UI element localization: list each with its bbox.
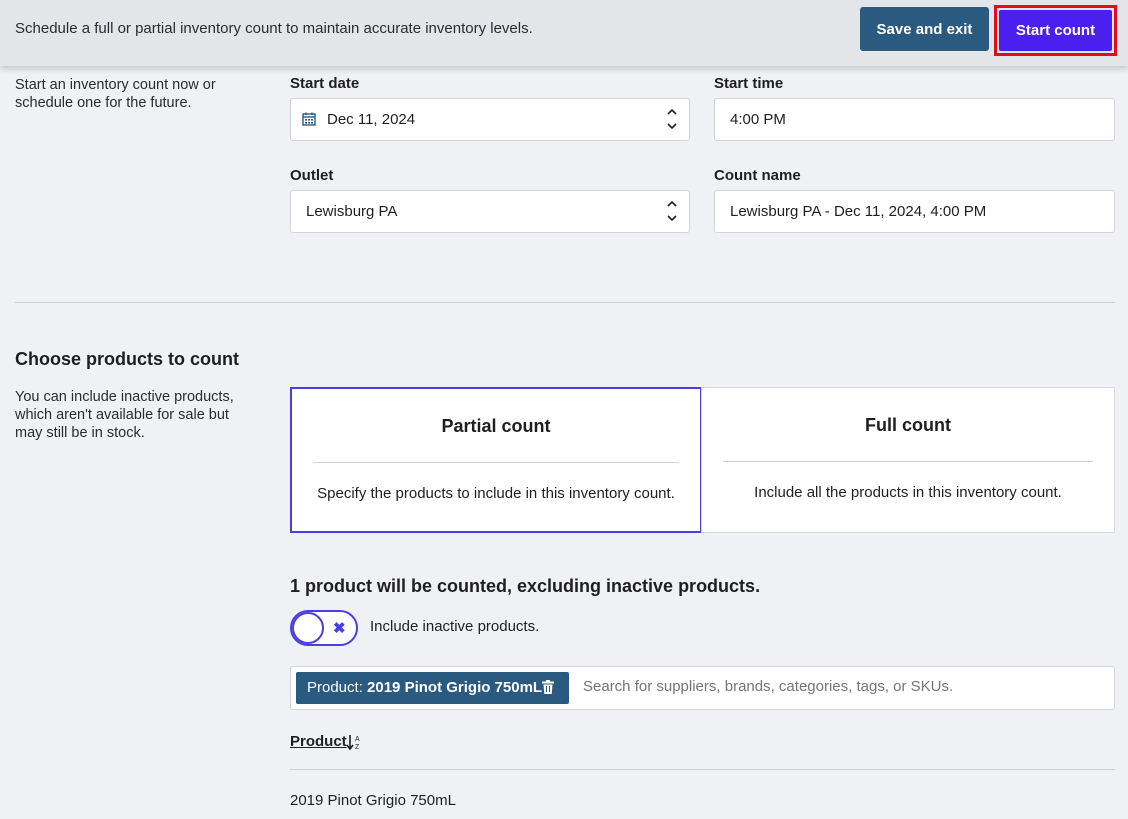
toggle-knob: [292, 612, 324, 644]
start-time-value: 4:00 PM: [730, 111, 786, 128]
svg-text:A: A: [355, 736, 360, 743]
start-time-field[interactable]: 4:00 PM: [714, 98, 1115, 141]
table-header-divider: [290, 769, 1115, 770]
top-bar: Schedule a full or partial inventory cou…: [0, 0, 1128, 66]
products-help-line-1: You can include inactive products,: [15, 389, 234, 405]
close-icon: ✖: [333, 620, 346, 637]
trash-icon[interactable]: [542, 680, 554, 698]
full-count-title: Full count: [865, 415, 951, 435]
count-name-field[interactable]: Lewisburg PA - Dec 11, 2024, 4:00 PM: [714, 190, 1115, 233]
outlet-label: Outlet: [290, 167, 334, 184]
start-count-highlight: Start count: [994, 5, 1117, 56]
schedule-help-text: Start an inventory count now or schedule…: [15, 76, 216, 112]
svg-text:Z: Z: [355, 744, 360, 751]
count-name-value: Lewisburg PA - Dec 11, 2024, 4:00 PM: [730, 203, 987, 220]
sort-az-icon[interactable]: A Z: [346, 733, 362, 755]
products-help-line-3: may still be in stock.: [15, 425, 145, 441]
table-row: 2019 Pinot Grigio 750mL: [290, 792, 456, 809]
chip-prefix: Product:: [307, 679, 368, 696]
count-name-label: Count name: [714, 167, 801, 184]
product-search-input[interactable]: [583, 678, 1103, 695]
include-inactive-toggle[interactable]: ✖: [290, 610, 358, 646]
start-count-button[interactable]: Start count: [999, 10, 1112, 51]
outlet-value: Lewisburg PA: [306, 203, 398, 220]
card-divider: [313, 462, 679, 463]
start-date-field[interactable]: Dec 11, 2024: [290, 98, 690, 141]
product-column-header[interactable]: Product: [290, 733, 347, 750]
start-time-label: Start time: [714, 75, 784, 92]
start-date-label: Start date: [290, 75, 360, 92]
schedule-help-line-2: schedule one for the future.: [15, 95, 192, 111]
products-help-line-2: which aren't available for sale but: [15, 407, 229, 423]
full-count-description: Include all the products in this invento…: [754, 484, 1062, 501]
header-description: Schedule a full or partial inventory cou…: [15, 20, 533, 37]
count-summary: 1 product will be counted, excluding ina…: [290, 576, 761, 596]
outlet-select[interactable]: Lewisburg PA: [290, 190, 690, 233]
stepper-arrows-icon[interactable]: [667, 108, 677, 130]
partial-count-title: Partial count: [441, 416, 551, 436]
chip-value: 2019 Pinot Grigio 750mL: [367, 679, 543, 696]
include-inactive-label: Include inactive products.: [370, 618, 540, 635]
section-divider: [15, 302, 1115, 303]
partial-count-card[interactable]: Partial count Specify the products to in…: [290, 387, 702, 533]
full-count-card[interactable]: Full count Include all the products in t…: [701, 387, 1115, 533]
schedule-help-line-1: Start an inventory count now or: [15, 77, 216, 93]
products-help-text: You can include inactive products, which…: [15, 388, 234, 442]
product-filter-box[interactable]: Product: 2019 Pinot Grigio 750mL: [290, 666, 1115, 710]
card-divider: [723, 461, 1093, 462]
save-and-exit-button[interactable]: Save and exit: [860, 7, 989, 51]
partial-count-description: Specify the products to include in this …: [317, 485, 675, 502]
start-date-value: Dec 11, 2024: [327, 111, 416, 128]
calendar-icon: [302, 112, 316, 130]
chip-text: Product: 2019 Pinot Grigio 750mL: [307, 679, 542, 696]
stepper-arrows-icon[interactable]: [667, 200, 677, 222]
choose-products-heading: Choose products to count: [15, 349, 239, 369]
product-filter-chip[interactable]: Product: 2019 Pinot Grigio 750mL: [296, 672, 569, 704]
